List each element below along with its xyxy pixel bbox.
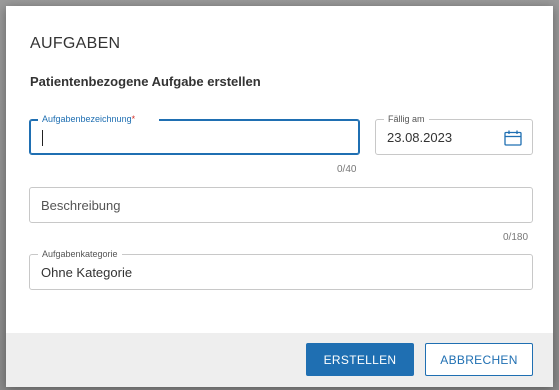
due-date-field[interactable]: Fällig am 23.08.2023	[375, 113, 533, 155]
create-button[interactable]: ERSTELLEN	[306, 343, 414, 376]
category-value: Ohne Kategorie	[41, 265, 133, 280]
task-name-field[interactable]: Aufgabenbezeichnung*	[29, 113, 360, 155]
category-label: Aufgabenkategorie	[38, 248, 122, 260]
dialog-subtitle: Patientenbezogene Aufgabe erstellen	[30, 74, 261, 89]
task-name-counter: 0/40	[337, 164, 357, 175]
dialog-title: AUFGABEN	[30, 35, 121, 52]
description-placeholder: Beschreibung	[41, 198, 121, 213]
description-field[interactable]: Beschreibung	[29, 187, 533, 223]
task-name-label: Aufgabenbezeichnung*	[38, 113, 160, 125]
calendar-icon[interactable]	[504, 130, 522, 146]
due-date-label: Fällig am	[384, 113, 429, 125]
category-select[interactable]: Aufgabenkategorie Ohne Kategorie	[29, 248, 533, 290]
cancel-button[interactable]: ABBRECHEN	[425, 343, 533, 376]
description-counter: 0/180	[503, 232, 529, 243]
due-date-value: 23.08.2023	[387, 130, 453, 145]
task-dialog: AUFGABEN Patientenbezogene Aufgabe erste…	[6, 6, 553, 387]
dialog-footer: ERSTELLEN ABBRECHEN	[6, 333, 553, 387]
text-caret	[42, 130, 43, 146]
required-marker: *	[131, 114, 136, 124]
